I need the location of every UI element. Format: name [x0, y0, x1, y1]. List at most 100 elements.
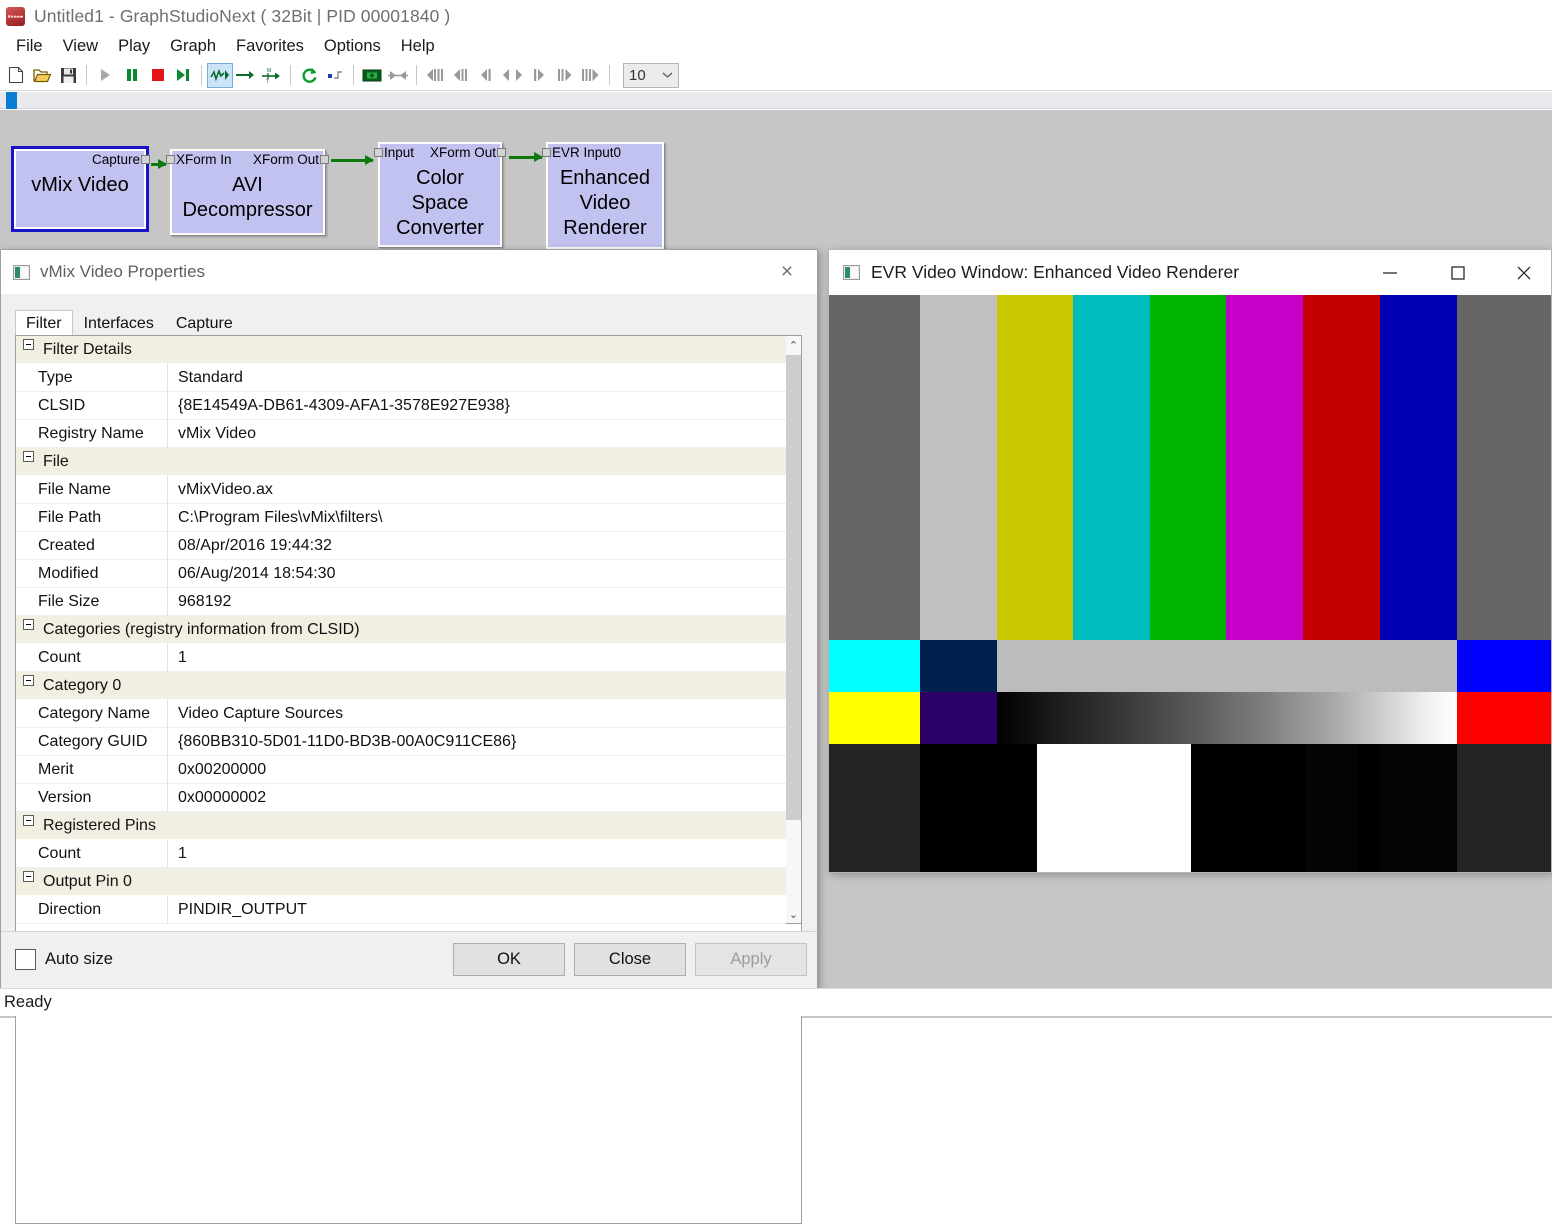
properties-dialog-titlebar[interactable]: vMix Video Properties ×: [1, 250, 817, 295]
menu-graph[interactable]: Graph: [160, 35, 226, 58]
graph-node-enhanced-video-renderer[interactable]: EVR Input0 Enhanced Video Renderer: [542, 142, 664, 249]
property-row[interactable]: Version 0x00000002: [16, 783, 801, 812]
refresh-icon[interactable]: [296, 63, 322, 88]
save-graph-icon[interactable]: [55, 63, 81, 88]
input-pin-input[interactable]: Input: [384, 145, 414, 161]
pin-stub-output[interactable]: [497, 148, 506, 157]
apply-button[interactable]: Apply: [695, 943, 807, 976]
graph-connection-2[interactable]: [331, 155, 374, 165]
close-button[interactable]: Close: [574, 943, 686, 976]
menu-file[interactable]: File: [6, 35, 53, 58]
collapse-toggle-icon[interactable]: [23, 815, 34, 826]
pause-icon[interactable]: [118, 63, 144, 88]
property-group-row[interactable]: File: [16, 448, 801, 476]
property-group-row[interactable]: Output Pin 0: [16, 868, 801, 896]
properties-dialog[interactable]: vMix Video Properties × Filter Interface…: [0, 249, 818, 1224]
graph-connection-1[interactable]: [151, 159, 167, 169]
menu-favorites[interactable]: Favorites: [226, 35, 314, 58]
property-row[interactable]: Created 08/Apr/2016 19:44:32: [16, 531, 801, 560]
evr-video-surface[interactable]: [829, 295, 1551, 872]
play-icon[interactable]: [92, 63, 118, 88]
filter-properties-grid[interactable]: Filter Details Type Standard CLSID {8E14549A…: [15, 335, 802, 1224]
forward-full-icon[interactable]: [578, 63, 604, 88]
menu-view[interactable]: View: [53, 35, 108, 58]
graph-node-color-space-converter[interactable]: Input XForm Out Color Space Converter: [374, 142, 506, 247]
property-row[interactable]: File Path C:\Program Files\vMix\filters\: [16, 503, 801, 532]
tab-filter[interactable]: Filter: [15, 310, 73, 336]
add-filter-icon[interactable]: [359, 63, 385, 88]
step-count-spinner[interactable]: 10: [623, 62, 679, 88]
pin-stub-output[interactable]: [320, 155, 329, 164]
graph-node-vmix-video[interactable]: Capture vMix Video: [11, 146, 150, 232]
output-pin-xform-out[interactable]: XForm Out: [430, 145, 496, 161]
property-row[interactable]: Merit 0x00200000: [16, 755, 801, 784]
property-row[interactable]: File Name vMixVideo.ax: [16, 475, 801, 504]
mediatype-icon[interactable]: MT: [259, 63, 285, 88]
tab-interfaces[interactable]: Interfaces: [73, 310, 165, 336]
new-graph-icon[interactable]: [3, 63, 29, 88]
menu-options[interactable]: Options: [314, 35, 391, 58]
clock-filter-icon[interactable]: [322, 63, 348, 88]
disconnect-icon[interactable]: [385, 63, 411, 88]
forward-more-icon[interactable]: [552, 63, 578, 88]
property-row[interactable]: File Size 968192: [16, 587, 801, 616]
menu-play[interactable]: Play: [108, 35, 160, 58]
property-group-row[interactable]: Registered Pins: [16, 812, 801, 840]
insert-filter-icon[interactable]: [233, 63, 259, 88]
input-pin-xform-in[interactable]: XForm In: [176, 152, 232, 168]
property-group-row[interactable]: Filter Details: [16, 336, 801, 364]
property-row[interactable]: CLSID {8E14549A-DB61-4309-AFA1-3578E927E9…: [16, 391, 801, 420]
auto-size-checkbox-group[interactable]: Auto size: [15, 949, 113, 970]
close-icon[interactable]: ×: [765, 256, 809, 288]
pin-stub-input[interactable]: [542, 148, 551, 157]
menu-help[interactable]: Help: [391, 35, 445, 58]
ok-button[interactable]: OK: [453, 943, 565, 976]
property-row[interactable]: Modified 06/Aug/2014 18:54:30: [16, 559, 801, 588]
property-row[interactable]: Registry Name vMix Video: [16, 419, 801, 448]
properties-grid-scrollbar[interactable]: ⌃ ⌄: [786, 335, 802, 924]
pin-stub-input[interactable]: [166, 155, 175, 164]
input-pin-evr-input0[interactable]: EVR Input0: [552, 145, 621, 161]
maximize-icon[interactable]: [1435, 250, 1481, 295]
rewind-one-icon[interactable]: [474, 63, 500, 88]
rewind-more-icon[interactable]: [448, 63, 474, 88]
seek-bar[interactable]: [0, 92, 1552, 109]
property-row[interactable]: Count 1: [16, 643, 801, 672]
output-pin-xform-out[interactable]: XForm Out: [253, 152, 319, 168]
open-graph-icon[interactable]: [29, 63, 55, 88]
scrollbar-thumb[interactable]: [786, 355, 801, 820]
collapse-toggle-icon[interactable]: [23, 619, 34, 630]
collapse-toggle-icon[interactable]: [23, 871, 34, 882]
graph-node-avi-decompressor[interactable]: XForm In XForm Out AVI Decompressor: [166, 149, 329, 235]
property-row[interactable]: Category Name Video Capture Sources: [16, 699, 801, 728]
stop-icon[interactable]: [144, 63, 170, 88]
scroll-up-icon[interactable]: ⌃: [786, 336, 801, 354]
graph-connection-3[interactable]: [509, 152, 543, 162]
property-value: 968192: [178, 592, 232, 610]
seek-graph-icon[interactable]: [207, 62, 233, 88]
property-row[interactable]: Type Standard: [16, 363, 801, 392]
tab-capture[interactable]: Capture: [165, 310, 244, 336]
scroll-down-icon[interactable]: ⌄: [786, 905, 801, 923]
property-group-row[interactable]: Categories (registry information from CL…: [16, 616, 801, 644]
collapse-toggle-icon[interactable]: [23, 675, 34, 686]
close-icon[interactable]: [1501, 250, 1547, 295]
property-row[interactable]: Category GUID {860BB310-5D01-11D0-BD3B-00…: [16, 727, 801, 756]
property-row[interactable]: Direction PINDIR_OUTPUT: [16, 895, 801, 924]
collapse-toggle-icon[interactable]: [23, 339, 34, 350]
output-pin-capture[interactable]: Capture: [92, 152, 140, 168]
collapse-toggle-icon[interactable]: [23, 451, 34, 462]
step-frame-icon[interactable]: [170, 63, 196, 88]
auto-size-checkbox[interactable]: [15, 949, 36, 970]
forward-one-icon[interactable]: [526, 63, 552, 88]
evr-video-window[interactable]: EVR Video Window: Enhanced Video Rendere…: [828, 249, 1552, 873]
rewind-full-icon[interactable]: [422, 63, 448, 88]
pin-stub-input[interactable]: [374, 148, 383, 157]
seek-bar-thumb[interactable]: [6, 92, 17, 109]
property-row[interactable]: Count 1: [16, 839, 801, 868]
minimize-icon[interactable]: [1367, 250, 1413, 295]
prev-next-icon[interactable]: [500, 63, 526, 88]
evr-window-titlebar[interactable]: EVR Video Window: Enhanced Video Rendere…: [829, 250, 1551, 295]
property-group-row[interactable]: Category 0: [16, 672, 801, 700]
pin-stub-output[interactable]: [141, 155, 150, 164]
